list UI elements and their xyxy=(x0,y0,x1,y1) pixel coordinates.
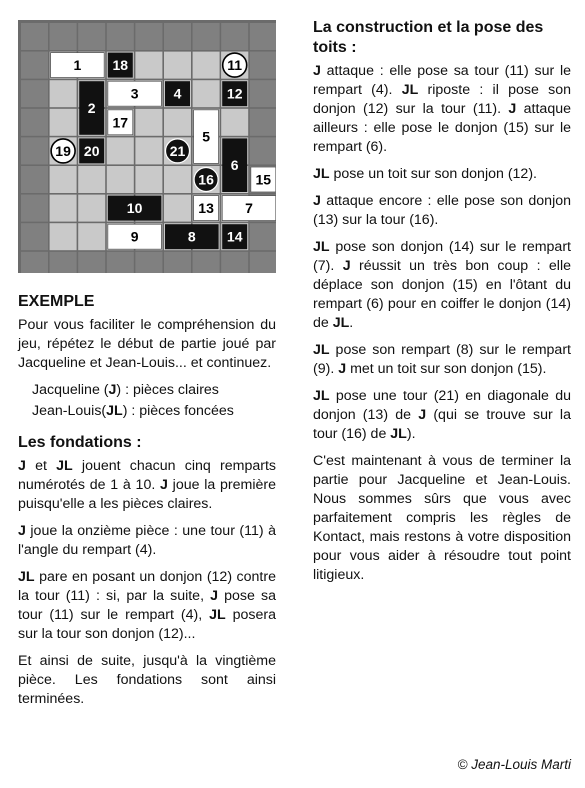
intro-paragraph: Pour vous faciliter le compréhension du … xyxy=(18,317,276,371)
piece-number: 16 xyxy=(198,172,214,188)
piece-number: 13 xyxy=(198,200,214,216)
fondations-p4: Et ainsi de suite, jusqu'à la vingtième … xyxy=(18,653,276,707)
board-cell xyxy=(135,251,163,273)
board-cell xyxy=(21,108,48,136)
legend-jean-louis: Jean-Louis(JL) : pièces foncées xyxy=(32,403,234,419)
piece-number: 20 xyxy=(84,143,100,159)
board-cell xyxy=(192,23,220,50)
right-column: La construction et la pose des toits : J… xyxy=(313,18,571,593)
fondations-p3: JL pare en posant un donjon (12) contre … xyxy=(18,569,276,642)
piece-number: 3 xyxy=(131,86,139,102)
board-cell xyxy=(49,166,77,193)
board-cell xyxy=(49,108,77,136)
board-cell xyxy=(21,23,48,50)
board-cell xyxy=(249,80,276,108)
fondations-p1: J et JL jouent chacun cinq remparts numé… xyxy=(18,458,276,512)
fondations-p2: J joue la onzième pièce : une tour (11) … xyxy=(18,523,276,558)
board-cell xyxy=(135,166,163,193)
piece-number: 7 xyxy=(245,200,253,216)
piece-number: 8 xyxy=(188,229,196,245)
legend-jacqueline: Jacqueline (J) : pièces claires xyxy=(32,382,219,398)
board-cell xyxy=(249,108,276,136)
piece-number: 18 xyxy=(113,57,129,73)
board-cell xyxy=(249,51,276,79)
board-cell xyxy=(49,194,77,222)
board-cell xyxy=(21,137,48,165)
piece-number: 14 xyxy=(227,229,243,245)
board-cell xyxy=(49,23,77,50)
piece-number: 11 xyxy=(227,57,242,73)
board-cell xyxy=(21,223,48,251)
left-column: EXEMPLE Pour vous faciliter le compréhen… xyxy=(18,292,276,717)
fondations-heading: Les fondations : xyxy=(18,434,142,451)
board-cell xyxy=(164,108,191,136)
construction-heading: La construction et la pose des toits : xyxy=(313,19,544,56)
piece-number: 9 xyxy=(131,229,139,245)
board-cell xyxy=(164,51,191,79)
piece-number: 4 xyxy=(174,86,182,102)
example-heading: EXEMPLE xyxy=(18,293,95,310)
board-cell xyxy=(164,23,191,50)
board-cell xyxy=(192,80,220,108)
board-cell xyxy=(221,251,249,273)
board-cell xyxy=(49,223,77,251)
piece-number: 12 xyxy=(227,86,243,102)
construction-p3: J attaque encore : elle pose son donjon … xyxy=(313,193,571,228)
piece-number: 10 xyxy=(127,200,143,216)
piece-number: 21 xyxy=(170,143,186,159)
board-cell xyxy=(135,108,163,136)
copyright-notice: © Jean-Louis Marti xyxy=(457,757,572,772)
board-cell xyxy=(21,194,48,222)
board-cell xyxy=(21,51,48,79)
board-cell xyxy=(221,23,249,50)
board-cell xyxy=(78,251,106,273)
board-cell xyxy=(106,23,134,50)
board-cell xyxy=(49,80,77,108)
construction-p2: JL pose un toit sur son donjon (12). xyxy=(313,166,537,182)
construction-p6: JL pose une tour (21) en diagonale du do… xyxy=(313,388,571,442)
board-cell xyxy=(164,194,191,222)
board-cell xyxy=(21,80,48,108)
board-cell xyxy=(164,166,191,193)
board-cell xyxy=(106,251,134,273)
construction-p7: C'est maintenant à vous de terminer la p… xyxy=(313,453,571,583)
board-cell xyxy=(78,194,106,222)
piece-number: 15 xyxy=(256,172,272,188)
piece-number: 2 xyxy=(88,100,96,116)
board-cell xyxy=(78,23,106,50)
board-cell xyxy=(78,166,106,193)
board-cell xyxy=(221,108,249,136)
board-cell xyxy=(135,137,163,165)
board-cell xyxy=(135,51,163,79)
board-cell xyxy=(249,251,276,273)
board-cell xyxy=(249,137,276,165)
board-cell xyxy=(135,23,163,50)
piece-number: 1 xyxy=(74,57,82,73)
piece-number: 6 xyxy=(231,157,239,173)
piece-number: 5 xyxy=(202,129,210,145)
board-cell xyxy=(164,251,191,273)
construction-p5: JL pose son rempart (8) sur le rempart (… xyxy=(313,342,571,377)
board-cell xyxy=(192,51,220,79)
piece-number: 19 xyxy=(55,143,71,159)
board-cell xyxy=(192,251,220,273)
board-cell xyxy=(249,223,276,251)
board-cell xyxy=(78,223,106,251)
game-board-diagram: 1 18 11 2 3 4 12 17 5 19 20 21 6 16 15 10 13 7 9 8 14 xyxy=(18,20,276,273)
board-cell xyxy=(21,166,48,193)
construction-p4: JL pose son donjon (14) sur le rempart (… xyxy=(313,239,571,331)
construction-p1: J attaque : elle pose sa tour (11) sur l… xyxy=(313,63,572,155)
piece-number: 17 xyxy=(113,114,129,130)
board-cell xyxy=(49,251,77,273)
board-cell xyxy=(249,23,276,50)
board-cell xyxy=(106,137,134,165)
board-cell xyxy=(21,251,48,273)
board-cell xyxy=(106,166,134,193)
